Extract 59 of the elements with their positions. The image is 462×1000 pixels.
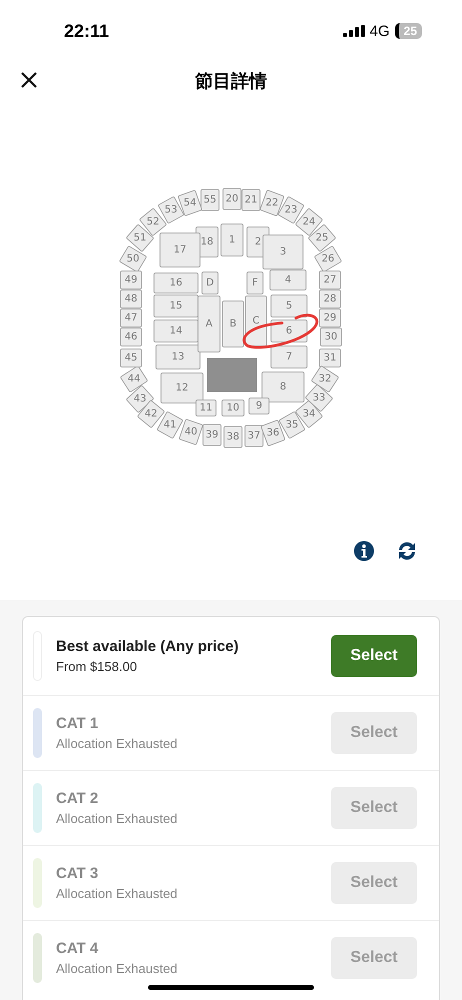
seat-section[interactable]: 11	[196, 400, 216, 416]
seat-section[interactable]: 9	[248, 398, 270, 414]
seat-section[interactable]: 31	[319, 348, 341, 368]
seat-section[interactable]: 22	[260, 190, 284, 216]
clock-time: 22:11	[64, 20, 110, 42]
seat-section[interactable]: 28	[319, 290, 341, 308]
seat-section[interactable]: 10	[222, 400, 244, 416]
seat-section[interactable]: 27	[319, 270, 341, 290]
seat-section[interactable]: B	[222, 300, 244, 348]
seat-section[interactable]: 49	[120, 270, 142, 290]
seat-section[interactable]: 14	[154, 320, 198, 342]
ticket-category: CAT 4	[56, 940, 100, 957]
ticket-detail: Allocation Exhausted	[56, 961, 178, 976]
seat-section[interactable]: 20	[222, 188, 242, 210]
seat-section[interactable]: 39	[202, 424, 222, 446]
ticket-detail: Allocation Exhausted	[56, 886, 178, 901]
seat-section[interactable]: D	[202, 272, 218, 294]
seat-section[interactable]: 48	[120, 290, 142, 308]
ticket-category: CAT 3	[56, 865, 100, 882]
seat-section[interactable]: 38	[224, 426, 242, 448]
seat-section[interactable]: 7	[270, 346, 308, 368]
seat-section[interactable]: 5	[270, 294, 308, 318]
seat-section[interactable]: 32	[310, 365, 340, 393]
seat-section[interactable]: C	[245, 296, 267, 346]
seat-section[interactable]: 8	[262, 372, 304, 402]
ticket-category: Best available (Any price)	[56, 638, 240, 655]
seat-section[interactable]: 4	[270, 270, 306, 290]
seat-section[interactable]: 21	[242, 189, 260, 211]
seat-section[interactable]: 16	[154, 272, 198, 294]
seat-section[interactable]: 46	[120, 328, 142, 346]
ticket-category: CAT 1	[56, 715, 100, 732]
info-button[interactable]	[353, 540, 375, 562]
seat-section[interactable]: 45	[120, 348, 142, 368]
seat-section[interactable]: F	[246, 272, 264, 294]
seat-section[interactable]: 55	[200, 189, 220, 211]
seat-section[interactable]: A	[198, 296, 220, 352]
seat-section[interactable]: 37	[244, 425, 264, 447]
ticket-category: CAT 2	[56, 790, 100, 807]
seat-section[interactable]: 13	[156, 344, 200, 370]
seat-section[interactable]: 51	[126, 224, 154, 252]
battery-level: 25	[394, 23, 422, 39]
seat-section[interactable]: 29	[319, 308, 341, 328]
seat-section[interactable]: 12	[160, 372, 204, 404]
ticket-detail: From $158.00	[56, 659, 138, 674]
seat-section[interactable]: 40	[178, 418, 204, 446]
seat-section[interactable]: 17	[160, 232, 200, 268]
ticket-detail: Allocation Exhausted	[56, 736, 178, 751]
network-label: 4G	[370, 22, 390, 40]
seat-section[interactable]: 15	[154, 294, 198, 318]
seat-section[interactable]: 47	[120, 308, 142, 328]
signal-icon	[342, 25, 365, 37]
seat-section[interactable]: 1	[220, 224, 244, 256]
select-button[interactable]: Select	[331, 635, 417, 677]
stage	[207, 358, 257, 392]
ticket-detail: Allocation Exhausted	[56, 811, 178, 826]
seat-section[interactable]: 30	[320, 328, 342, 346]
page-title: 節目詳情	[195, 70, 267, 93]
seat-section[interactable]: 3	[262, 234, 304, 270]
seat-section[interactable]: 41	[156, 411, 184, 439]
